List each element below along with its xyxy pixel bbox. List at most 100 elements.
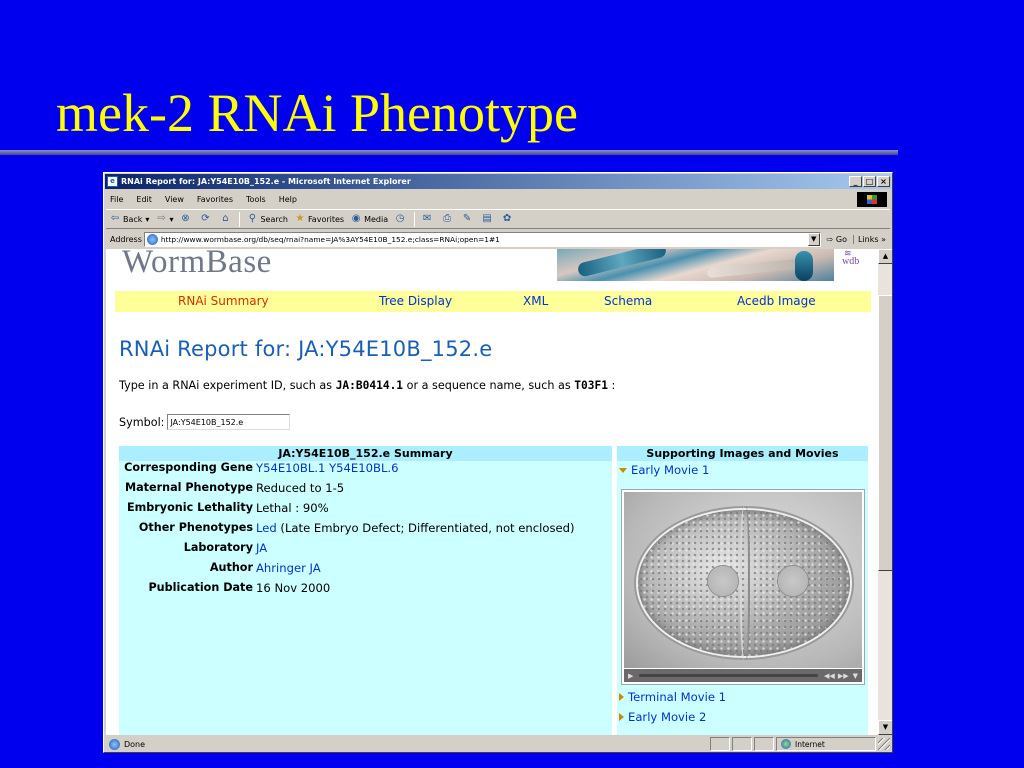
terminal-movie-1-link[interactable]: Terminal Movie 1 (619, 690, 726, 704)
go-label: Go (835, 234, 847, 244)
search-icon: ⚲ (248, 213, 257, 224)
laboratory-label: Laboratory (183, 541, 253, 554)
phenotype-link-led[interactable]: Led (256, 521, 277, 535)
summary-row: Maternal Phenotype Reduced to 1-5 (119, 481, 612, 500)
back-arrow-icon: ⇦ (110, 213, 120, 224)
movie-controls: ▶ ◀◀ ▶▶ ▼ (624, 669, 862, 682)
stop-button[interactable]: ⊗ (176, 213, 196, 225)
address-dropdown-button[interactable]: ▼ (807, 232, 820, 246)
other-phenotypes-label: Other Phenotypes (138, 521, 253, 534)
vertical-scrollbar[interactable]: ▲ ▼ (878, 249, 892, 735)
status-panel (732, 737, 752, 751)
nav-xml[interactable]: XML (523, 294, 548, 308)
chevron-down-icon[interactable]: ▼ (853, 672, 858, 680)
summary-row: Publication Date 16 Nov 2000 (119, 581, 612, 600)
expanded-triangle-icon (619, 467, 627, 473)
go-button[interactable]: ⇨ Go (821, 235, 853, 244)
home-icon: ⌂ (222, 213, 229, 224)
resize-grip[interactable] (878, 738, 890, 750)
early-movie-1-link[interactable]: Early Movie 1 (619, 463, 709, 477)
status-bar: Done Internet (106, 736, 890, 752)
step-forward-icon[interactable]: ▶▶ (838, 672, 849, 680)
wormbase-header: WormBase ≋ wdb (106, 249, 878, 281)
menu-edit[interactable]: Edit (130, 195, 159, 204)
media-heading: Supporting Images and Movies (617, 446, 868, 461)
forward-arrow-icon: ⇨ (157, 213, 166, 224)
status-panel (754, 737, 774, 751)
embryonic-lethality-value: Lethal : 90% (256, 501, 329, 515)
corresponding-gene-label: Corresponding Gene (124, 461, 253, 474)
step-back-icon[interactable]: ◀◀ (824, 672, 835, 680)
collapsed-triangle-icon (619, 713, 624, 721)
publication-date-label: Publication Date (148, 581, 253, 594)
page-title: RNAi Report for: JA:Y54E10B_152.e (119, 337, 493, 361)
author-link[interactable]: Ahringer JA (256, 561, 321, 575)
messenger-button[interactable]: ✿ (498, 213, 518, 225)
worm-banner-image (557, 249, 834, 281)
discuss-button[interactable]: ▤ (478, 213, 498, 225)
gene-link-y54e10bl-1[interactable]: Y54E10BL.1 (256, 461, 325, 475)
wormbase-logo[interactable]: WormBase (122, 249, 272, 281)
refresh-button[interactable]: ⟳ (196, 213, 216, 225)
favorites-button[interactable]: ★ Favorites (291, 213, 347, 225)
seek-bar[interactable] (639, 674, 819, 677)
window-title: RNAi Report for: JA:Y54E10B_152.e - Micr… (121, 177, 411, 186)
report-nav-bar: RNAi Summary Tree Display XML Schema Ace… (115, 291, 871, 312)
nav-acedb-image[interactable]: Acedb Image (737, 294, 816, 308)
gene-link-y54e10bl-6[interactable]: Y54E10BL.6 (329, 461, 398, 475)
author-label: Author (209, 561, 253, 574)
nav-schema[interactable]: Schema (604, 294, 652, 308)
summary-heading: JA:Y54E10B_152.e Summary (119, 446, 612, 461)
discuss-icon: ▤ (482, 213, 492, 224)
media-button[interactable]: ◉ Media (347, 213, 391, 225)
minimize-button[interactable]: _ (849, 176, 862, 187)
menu-help[interactable]: Help (273, 195, 304, 204)
early-movie-2-label: Early Movie 2 (628, 710, 707, 724)
early-movie-2-link[interactable]: Early Movie 2 (619, 710, 706, 724)
menu-file[interactable]: File (106, 195, 130, 204)
window-titlebar[interactable]: e RNAi Report for: JA:Y54E10B_152.e - Mi… (105, 174, 891, 189)
edit-button[interactable]: ✎ (458, 213, 478, 225)
search-label: Search (260, 214, 288, 224)
status-text-area: Done (106, 738, 708, 750)
mail-icon: ✉ (422, 213, 432, 224)
history-icon: ◷ (395, 213, 405, 224)
nav-tree-display[interactable]: Tree Display (379, 294, 452, 308)
menu-tools[interactable]: Tools (240, 195, 273, 204)
forward-button[interactable]: ⇨ ▾ (152, 213, 176, 225)
wdb-logo[interactable]: ≋ wdb (834, 249, 872, 281)
stop-icon: ⊗ (181, 213, 190, 224)
play-icon[interactable]: ▶ (628, 672, 633, 680)
example-sequence-name: T03F1 (574, 379, 608, 392)
summary-row: Corresponding Gene Y54E10BL.1 Y54E10BL.6 (119, 461, 612, 480)
laboratory-link[interactable]: JA (256, 541, 267, 555)
chevron-down-icon: ▾ (145, 214, 150, 224)
back-button[interactable]: ⇦ Back ▾ (106, 213, 152, 225)
mail-button[interactable]: ✉ (418, 213, 438, 225)
scroll-up-button[interactable]: ▲ (878, 249, 892, 264)
close-button[interactable]: × (877, 176, 890, 187)
media-icon: ◉ (351, 213, 361, 224)
symbol-label: Symbol: (119, 415, 165, 429)
address-label: Address (110, 234, 142, 244)
history-button[interactable]: ◷ (391, 213, 411, 225)
other-phenotypes-description: (Late Embryo Defect; Differentiated, not… (276, 521, 575, 535)
home-button[interactable]: ⌂ (216, 213, 236, 225)
maximize-button[interactable]: □ (863, 176, 876, 187)
embryo-movie-player[interactable]: ▶ ◀◀ ▶▶ ▼ (621, 489, 865, 685)
scroll-thumb[interactable] (878, 295, 892, 571)
print-button[interactable]: ⎙ (438, 213, 458, 225)
media-panel: Supporting Images and Movies Early Movie… (617, 446, 868, 735)
address-url: http://www.wormbase.org/db/seq/rnai?name… (160, 234, 500, 244)
address-input[interactable]: http://www.wormbase.org/db/seq/rnai?name… (143, 231, 821, 247)
search-button[interactable]: ⚲ Search (243, 213, 290, 225)
nav-rnai-summary[interactable]: RNAi Summary (178, 294, 269, 308)
menu-favorites[interactable]: Favorites (191, 195, 240, 204)
page-viewport: WormBase ≋ wdb RNAi Summary Tree Display… (106, 249, 878, 735)
symbol-input[interactable] (167, 414, 291, 430)
scroll-down-button[interactable]: ▼ (878, 720, 892, 735)
links-button[interactable]: Links » (853, 234, 890, 244)
chevron-down-icon: ▾ (169, 214, 174, 224)
menu-view[interactable]: View (159, 195, 191, 204)
embryonic-lethality-label: Embryonic Lethality (126, 501, 253, 514)
